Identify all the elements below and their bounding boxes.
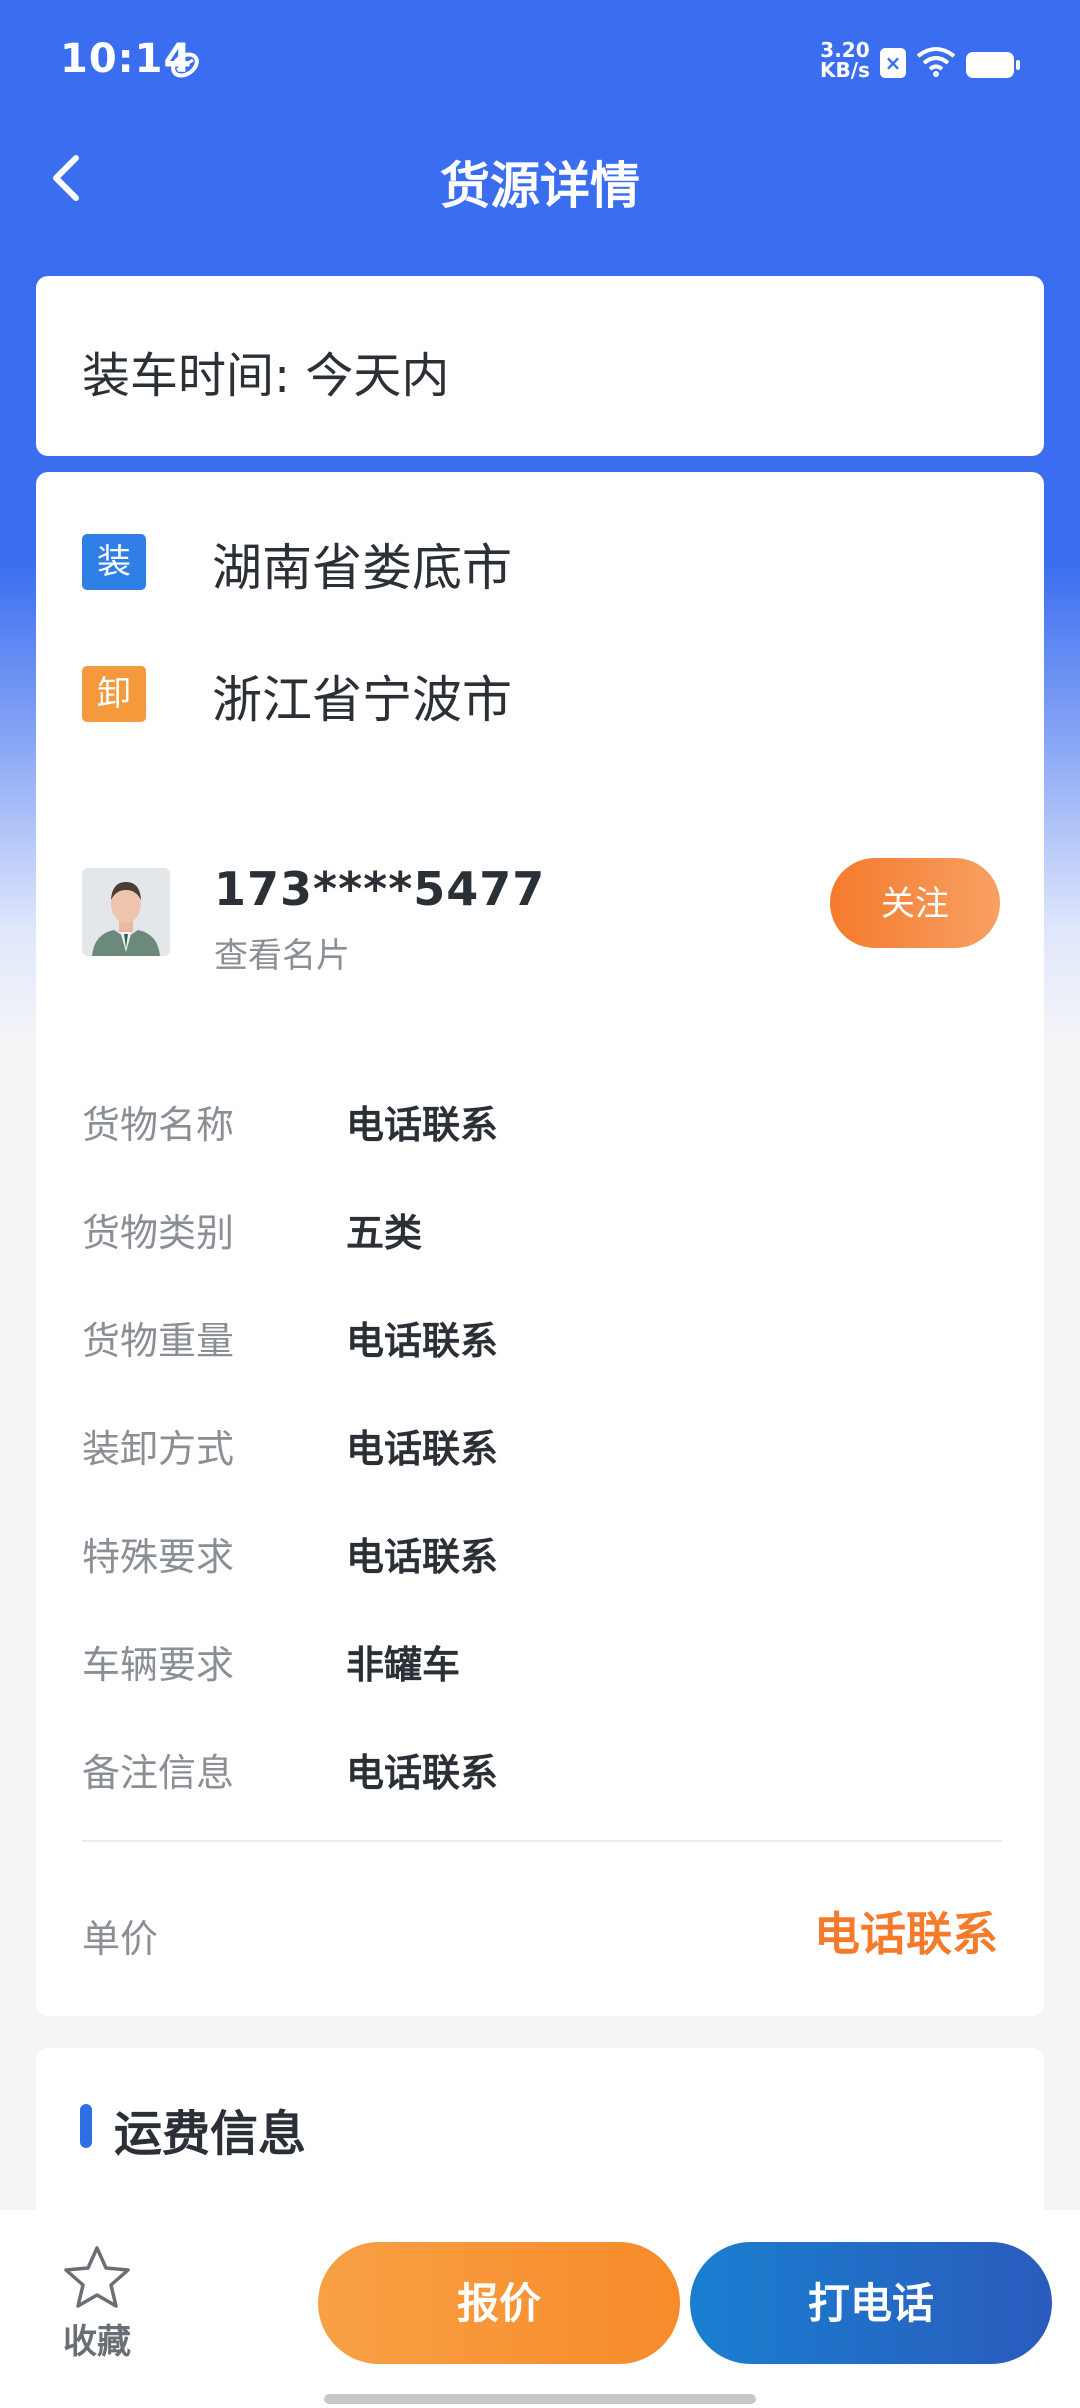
detail-label: 货物名称 [82, 1103, 235, 1147]
network-speed: 3.20 KB/s [820, 38, 870, 82]
section-accent-bar [80, 2104, 92, 2148]
divider [82, 1840, 1002, 1842]
detail-label: 车辆要求 [82, 1643, 235, 1687]
follow-button[interactable]: 关注 [830, 858, 1000, 948]
shipper-contact: 173****5477 查看名片 关注 [82, 858, 1002, 978]
cargo-detail-card: 装 湖南省娄底市 卸 浙江省宁波市 173****5477 查看名片 关注 货物… [36, 472, 1044, 2016]
detail-value: 非罐车 [346, 1643, 461, 1687]
load-location: 湖南省娄底市 [212, 539, 512, 597]
detail-value: 电话联系 [346, 1103, 499, 1147]
quote-button[interactable]: 报价 [318, 2242, 680, 2364]
detail-label: 备注信息 [82, 1751, 235, 1795]
sim-x-icon: × [880, 48, 906, 78]
detail-label: 货物重量 [82, 1319, 235, 1363]
status-bar: 10:14 3.20 KB/s × [0, 0, 1080, 120]
unload-location: 浙江省宁波市 [212, 671, 512, 729]
star-outline-icon [64, 2246, 130, 2308]
shipper-phone: 173****5477 [214, 862, 546, 916]
detail-row-cargo-name: 货物名称 电话联系 [82, 1094, 1002, 1154]
battery-icon [966, 52, 1020, 78]
wifi-icon [916, 47, 956, 77]
detail-value: 电话联系 [346, 1427, 499, 1471]
avatar-person-icon [82, 868, 170, 956]
load-badge: 装 [82, 534, 146, 590]
favorite-label: 收藏 [63, 2322, 131, 2362]
page-title: 货源详情 [440, 157, 640, 215]
detail-row-special-requirements: 特殊要求 电话联系 [82, 1526, 1002, 1586]
freight-section-title: 运费信息 [114, 2106, 307, 2162]
load-time-card: 装车时间: 今天内 [36, 276, 1044, 456]
favorite-button[interactable]: 收藏 [44, 2244, 154, 2364]
detail-row-vehicle-requirements: 车辆要求 非罐车 [82, 1634, 1002, 1694]
detail-label: 货物类别 [82, 1211, 235, 1255]
view-card-link[interactable]: 查看名片 [214, 928, 350, 977]
app-header: 货源详情 [0, 120, 1080, 236]
detail-label: 特殊要求 [82, 1535, 235, 1579]
avatar[interactable] [82, 868, 170, 956]
detail-value: 电话联系 [346, 1535, 499, 1579]
home-indicator[interactable] [324, 2394, 756, 2404]
bottom-action-bar: 收藏 报价 打电话 [0, 2210, 1080, 2408]
unload-badge: 卸 [82, 666, 146, 722]
detail-value: 电话联系 [346, 1319, 499, 1363]
unit-price-value: 电话联系 [814, 1907, 998, 1961]
detail-value: 电话联系 [346, 1751, 499, 1795]
load-time-text: 装车时间: 今天内 [82, 348, 450, 404]
call-button[interactable]: 打电话 [690, 2242, 1052, 2364]
detail-row-cargo-category: 货物类别 五类 [82, 1202, 1002, 1262]
detail-value: 五类 [346, 1211, 423, 1255]
detail-row-loading-method: 装卸方式 电话联系 [82, 1418, 1002, 1478]
app-notification-icon [171, 52, 199, 78]
detail-label: 装卸方式 [82, 1427, 235, 1471]
unit-price-label: 单价 [82, 1917, 159, 1961]
detail-row-cargo-weight: 货物重量 电话联系 [82, 1310, 1002, 1370]
detail-row-remarks: 备注信息 电话联系 [82, 1742, 1002, 1802]
